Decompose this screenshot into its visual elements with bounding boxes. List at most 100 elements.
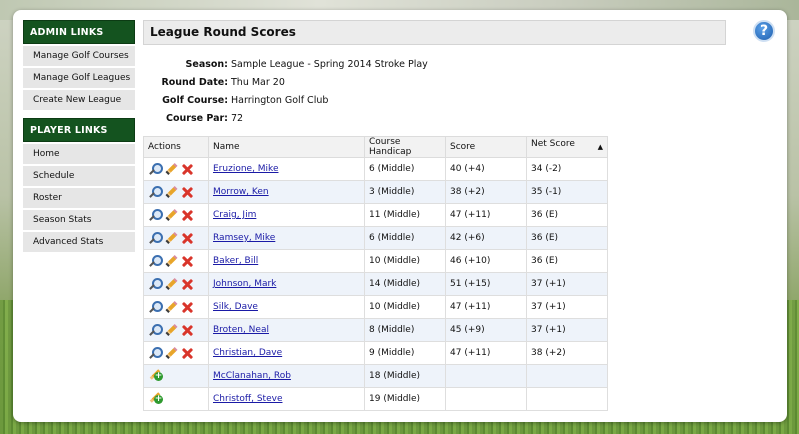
score-cell: 40 (+4)	[445, 157, 527, 181]
golf-course-label: Golf Course:	[162, 95, 228, 106]
delete-x-icon[interactable]	[180, 162, 194, 176]
pencil-icon[interactable]	[164, 277, 178, 291]
player-name-link[interactable]: Johnson, Mark	[213, 279, 276, 289]
name-cell: Eruzione, Mike	[208, 157, 365, 181]
delete-x-icon[interactable]	[180, 277, 194, 291]
handicap-cell: 9 (Middle)	[364, 341, 446, 365]
handicap-cell: 6 (Middle)	[364, 157, 446, 181]
player-name-link[interactable]: Baker, Bill	[213, 256, 258, 266]
add-score-icon[interactable]	[148, 392, 163, 406]
col-header-name[interactable]: Name	[208, 136, 365, 158]
pencil-icon[interactable]	[164, 208, 178, 222]
table-row: Christian, Dave 9 (Middle) 47 (+11) 38 (+2)	[143, 341, 608, 365]
handicap-cell: 19 (Middle)	[364, 387, 446, 411]
player-name-link[interactable]: Eruzione, Mike	[213, 164, 278, 174]
net-score-cell: 37 (+1)	[526, 318, 608, 342]
pencil-icon[interactable]	[164, 254, 178, 268]
actions-cell	[143, 318, 209, 342]
name-cell: Silk, Dave	[208, 295, 365, 319]
net-score-cell: 34 (-2)	[526, 157, 608, 181]
round-info: Season: Sample League - Spring 2014 Strok…	[143, 56, 428, 128]
sidebar-item-season-stats[interactable]: Season Stats	[23, 210, 135, 230]
actions-cell	[143, 272, 209, 296]
pencil-icon[interactable]	[164, 231, 178, 245]
player-name-link[interactable]: Silk, Dave	[213, 302, 258, 312]
help-icon[interactable]: ?	[753, 20, 775, 42]
net-score-cell: 36 (E)	[526, 226, 608, 250]
player-name-link[interactable]: Craig, Jim	[213, 210, 256, 220]
net-score-cell: 37 (+1)	[526, 272, 608, 296]
col-header-net-score[interactable]: Net Score ▲	[526, 136, 608, 158]
table-header-row: Actions Name Course Handicap Score Net S…	[143, 136, 608, 158]
magnifier-icon[interactable]	[148, 277, 163, 291]
delete-x-icon[interactable]	[180, 346, 194, 360]
sort-ascending-icon: ▲	[597, 143, 603, 151]
table-row: Baker, Bill 10 (Middle) 46 (+10) 36 (E)	[143, 249, 608, 273]
delete-x-icon[interactable]	[180, 323, 194, 337]
sidebar: ADMIN LINKS Manage Golf Courses Manage G…	[23, 20, 135, 252]
magnifier-icon[interactable]	[148, 208, 163, 222]
sidebar-item-home[interactable]: Home	[23, 144, 135, 164]
delete-x-icon[interactable]	[180, 231, 194, 245]
scores-table: Actions Name Course Handicap Score Net S…	[143, 136, 608, 411]
handicap-cell: 14 (Middle)	[364, 272, 446, 296]
player-name-link[interactable]: Christoff, Steve	[213, 394, 282, 404]
name-cell: Broten, Neal	[208, 318, 365, 342]
pencil-icon[interactable]	[164, 300, 178, 314]
score-cell: 46 (+10)	[445, 249, 527, 273]
player-name-link[interactable]: Ramsey, Mike	[213, 233, 275, 243]
name-cell: McClanahan, Rob	[208, 364, 365, 388]
delete-x-icon[interactable]	[180, 208, 194, 222]
admin-links-header: ADMIN LINKS	[23, 20, 135, 44]
actions-cell	[143, 341, 209, 365]
handicap-cell: 8 (Middle)	[364, 318, 446, 342]
sidebar-item-create-new-league[interactable]: Create New League	[23, 90, 135, 110]
magnifier-icon[interactable]	[148, 231, 163, 245]
pencil-icon[interactable]	[164, 185, 178, 199]
pencil-icon[interactable]	[164, 162, 178, 176]
score-cell: 42 (+6)	[445, 226, 527, 250]
season-value: Sample League - Spring 2014 Stroke Play	[231, 59, 428, 70]
score-cell: 47 (+11)	[445, 203, 527, 227]
sidebar-item-manage-golf-leagues[interactable]: Manage Golf Leagues	[23, 68, 135, 88]
magnifier-icon[interactable]	[148, 185, 163, 199]
player-name-link[interactable]: McClanahan, Rob	[213, 371, 291, 381]
sidebar-item-schedule[interactable]: Schedule	[23, 166, 135, 186]
player-name-link[interactable]: Christian, Dave	[213, 348, 282, 358]
sidebar-item-advanced-stats[interactable]: Advanced Stats	[23, 232, 135, 252]
player-links-header: PLAYER LINKS	[23, 118, 135, 142]
magnifier-icon[interactable]	[148, 346, 163, 360]
player-name-link[interactable]: Broten, Neal	[213, 325, 269, 335]
delete-x-icon[interactable]	[180, 185, 194, 199]
net-score-cell: 36 (E)	[526, 203, 608, 227]
col-header-course-handicap[interactable]: Course Handicap	[364, 136, 446, 158]
delete-x-icon[interactable]	[180, 254, 194, 268]
delete-x-icon[interactable]	[180, 300, 194, 314]
handicap-cell: 10 (Middle)	[364, 249, 446, 273]
add-score-icon[interactable]	[148, 369, 163, 383]
sidebar-item-roster[interactable]: Roster	[23, 188, 135, 208]
pencil-icon[interactable]	[164, 346, 178, 360]
name-cell: Christian, Dave	[208, 341, 365, 365]
magnifier-icon[interactable]	[148, 254, 163, 268]
magnifier-icon[interactable]	[148, 300, 163, 314]
pencil-icon[interactable]	[164, 323, 178, 337]
table-row: Craig, Jim 11 (Middle) 47 (+11) 36 (E)	[143, 203, 608, 227]
handicap-cell: 10 (Middle)	[364, 295, 446, 319]
handicap-cell: 3 (Middle)	[364, 180, 446, 204]
magnifier-icon[interactable]	[148, 162, 163, 176]
table-row: Johnson, Mark 14 (Middle) 51 (+15) 37 (+1)	[143, 272, 608, 296]
name-cell: Baker, Bill	[208, 249, 365, 273]
sidebar-item-manage-golf-courses[interactable]: Manage Golf Courses	[23, 46, 135, 66]
col-header-score[interactable]: Score	[445, 136, 527, 158]
name-cell: Johnson, Mark	[208, 272, 365, 296]
table-row: Christoff, Steve 19 (Middle)	[143, 387, 608, 411]
name-cell: Morrow, Ken	[208, 180, 365, 204]
table-row: McClanahan, Rob 18 (Middle)	[143, 364, 608, 388]
handicap-cell: 18 (Middle)	[364, 364, 446, 388]
actions-cell	[143, 364, 209, 388]
net-score-cell: 36 (E)	[526, 249, 608, 273]
table-row: Broten, Neal 8 (Middle) 45 (+9) 37 (+1)	[143, 318, 608, 342]
player-name-link[interactable]: Morrow, Ken	[213, 187, 269, 197]
magnifier-icon[interactable]	[148, 323, 163, 337]
